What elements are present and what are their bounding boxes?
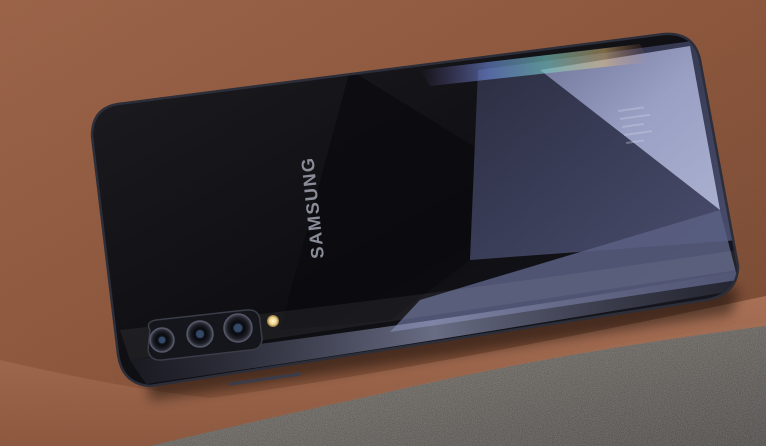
phone-photo: SAMSUNG [0,0,766,446]
photo-scene: SAMSUNG [0,0,766,446]
camera-flash [267,315,279,327]
